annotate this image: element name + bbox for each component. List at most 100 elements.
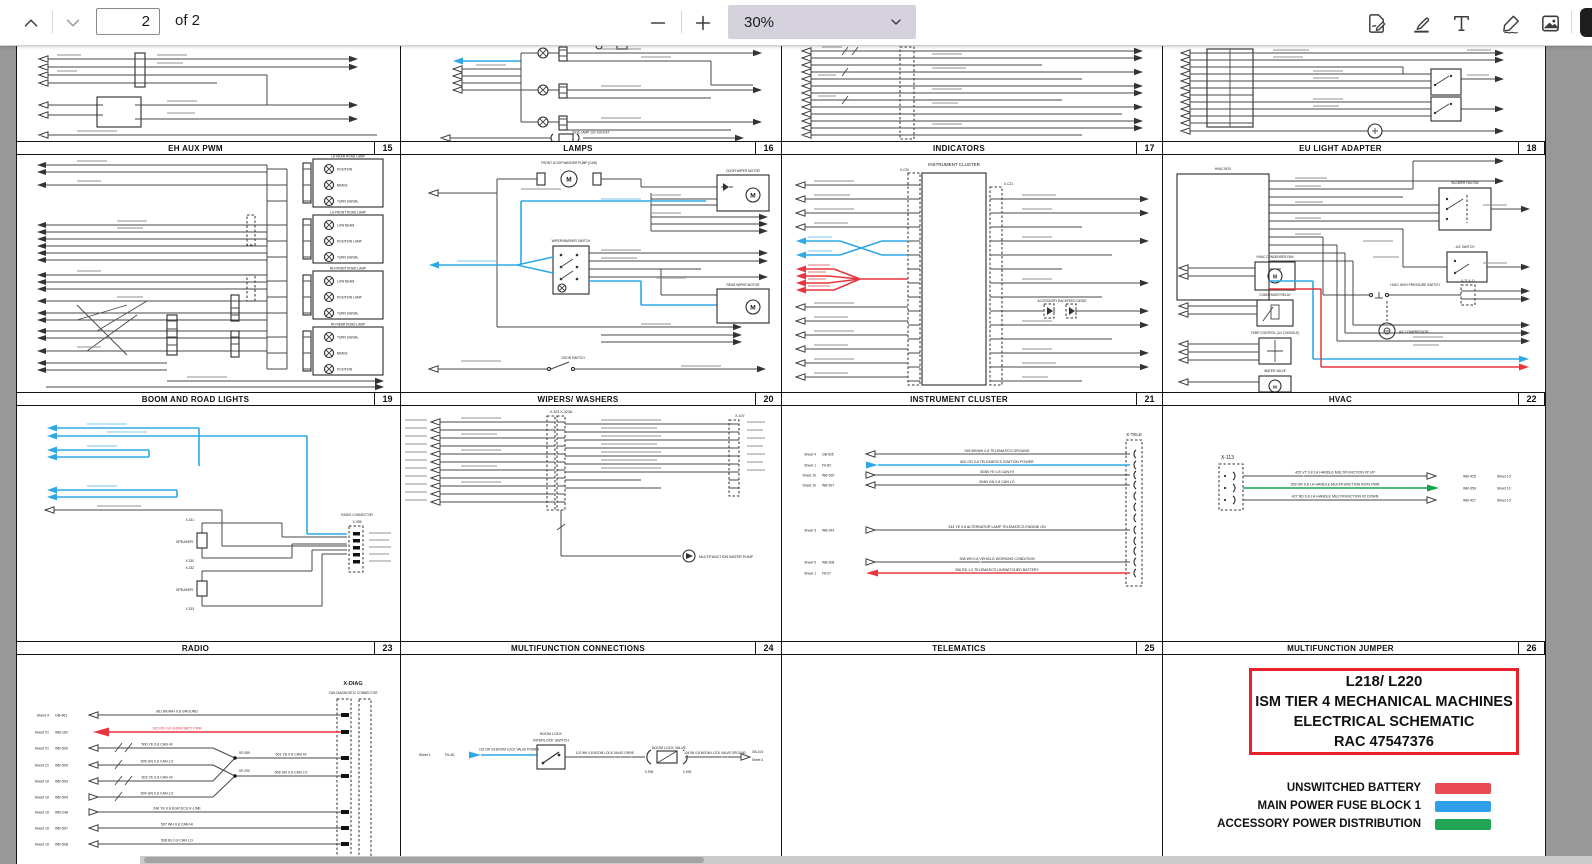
- legend-swatch-red: [1435, 783, 1491, 794]
- svg-text:504B GN 0.8 CAN LO: 504B GN 0.8 CAN LO: [979, 480, 1014, 484]
- svg-text:BRAKE: BRAKE: [337, 352, 348, 356]
- indicators-schematic: [782, 45, 1163, 141]
- svg-text:POSITION LAMP: POSITION LAMP: [337, 296, 362, 300]
- panel-title-lamps: LAMPS16: [401, 141, 782, 155]
- svg-text:GB-925: GB-925: [822, 453, 834, 457]
- lamp-assembly-lh-rear: LH REAR ROAD LAMP POSITION BRAKE TURN SI…: [303, 155, 383, 207]
- zoom-level-dropdown[interactable]: 30%: [728, 5, 916, 39]
- toolbar-divider: [1571, 11, 1572, 33]
- svg-text:248 YE 0.8 EGR ECU K-LINE: 248 YE 0.8 EGR ECU K-LINE: [153, 807, 201, 811]
- svg-text:506 GN 0.8 CAN LO: 506 GN 0.8 CAN LO: [275, 771, 308, 775]
- svg-text:WB-527: WB-527: [822, 484, 834, 488]
- chevron-up-icon: [20, 12, 42, 34]
- next-page-button[interactable]: [60, 10, 86, 36]
- add-text-button[interactable]: [1448, 10, 1474, 36]
- previous-page-button[interactable]: [18, 10, 44, 36]
- annotate-page-button[interactable]: [1363, 10, 1389, 36]
- can-diagnostic-schematic: X-DIAG CAN DIAGNOSTIC CONNECTOR Sheet 4G…: [17, 655, 401, 864]
- panel-instrument-cluster: INSTRUMENT CLUSTER X-C20 X-C21 ACCESSORY…: [782, 155, 1163, 392]
- legend-row-accessory-power: ACCESSORY POWER DISTRIBUTION: [1163, 817, 1491, 831]
- zoom-level-value: 30%: [744, 14, 888, 31]
- door-switch-label: DOOR SWITCH: [561, 356, 585, 360]
- panel-boom-lock: Sheet 1 F6-4D 102 OR 0.8 BOOM LOCK VALVE…: [401, 655, 782, 864]
- highlight-button[interactable]: [1408, 10, 1434, 36]
- page-count-label: of 2: [175, 12, 200, 29]
- zoom-out-button[interactable]: [645, 10, 671, 36]
- legend-swatch-blue: [1435, 801, 1491, 812]
- panel-radio: X-331 SPEAKER X-330 X-332 SPEAKER X-333 …: [17, 406, 401, 641]
- radio-schematic: X-331 SPEAKER X-330 X-332 SPEAKER X-333 …: [17, 406, 401, 641]
- title-block-doc-type: ELECTRICAL SCHEMATIC: [1294, 712, 1475, 732]
- svg-text:LOW BEAM: LOW BEAM: [337, 280, 355, 284]
- svg-text:LH REAR ROAD LAMP: LH REAR ROAD LAMP: [331, 155, 364, 159]
- schematic-page: SIDE LAMP 12V SOCKET: [16, 45, 1546, 864]
- speaker-conn-c: X-332: [185, 566, 194, 570]
- svg-text:F6-8C: F6-8C: [822, 464, 832, 468]
- horizontal-scrollbar[interactable]: [140, 856, 1592, 864]
- svg-text:TURN SIGNAL: TURN SIGNAL: [337, 336, 359, 340]
- svg-text:500 YE 0.8 CAN HI: 500 YE 0.8 CAN HI: [142, 743, 173, 747]
- backfeed-diode-label: ACCESSORY BACKFEED DIODE: [1038, 299, 1087, 303]
- boom-lock-switch-line2: INTERLOCK SWITCH: [533, 739, 569, 743]
- svg-text:WB-162: WB-162: [55, 731, 68, 735]
- svg-text:M: M: [750, 305, 755, 312]
- panel-title-hvac: HVAC22: [1163, 392, 1545, 406]
- panel-title-instrument-cluster: INSTRUMENT CLUSTER21: [782, 392, 1163, 406]
- svg-text:504 GN 0.8 CAN LO: 504 GN 0.8 CAN LO: [141, 792, 174, 796]
- xdiag-title: X-DIAG: [343, 681, 362, 687]
- multifunction-connections-schematic: X-323 X-323A X-107 MULTIFUNCTION WATER P…: [401, 406, 782, 641]
- draw-button[interactable]: [1498, 10, 1524, 36]
- toolbar-divider: [681, 11, 682, 33]
- svg-text:Sheet 9: Sheet 9: [804, 561, 816, 565]
- svg-text:Sheet 10: Sheet 10: [1497, 487, 1511, 491]
- svg-text:WB-308: WB-308: [822, 561, 834, 565]
- speaker-conn-b: X-330: [185, 559, 194, 563]
- panel-title-indicators: INDICATORS17: [782, 141, 1163, 155]
- svg-text:Sheet 10: Sheet 10: [35, 796, 49, 800]
- rear-wiper-label: REAR WIPER MOTOR: [727, 283, 761, 287]
- page-number-input[interactable]: [96, 8, 160, 35]
- speaker-conn-d: X-333: [185, 607, 194, 611]
- side-lamp-socket-label: SIDE LAMP 12V SOCKET: [572, 131, 610, 135]
- image-icon: [1539, 12, 1562, 35]
- panel-title-block: L218/ L220 ISM TIER 4 MECHANICAL MACHINE…: [1163, 655, 1545, 864]
- toolbar-divider: [52, 11, 53, 33]
- boom-lock-ground-label: 104 BK 0.8 BOOM LOCK VALVE GROUND: [684, 751, 746, 755]
- svg-text:WB-508: WB-508: [55, 843, 68, 847]
- svg-text:507 WH 0.8 CAN HI: 507 WH 0.8 CAN HI: [161, 823, 193, 827]
- svg-text:F8-27: F8-27: [822, 572, 831, 576]
- add-image-button[interactable]: [1537, 10, 1563, 36]
- svg-text:508 BL 0.8 CAN LO: 508 BL 0.8 CAN LO: [161, 839, 193, 843]
- condenser-relay-label: CONDENSER RELAY: [1259, 293, 1291, 297]
- svg-text:Sheet 10: Sheet 10: [802, 474, 816, 478]
- svg-text:162 RD 0.8 UNSW BATT PWR: 162 RD 0.8 UNSW BATT PWR: [152, 727, 202, 731]
- svg-text:Sheet 10: Sheet 10: [35, 843, 49, 847]
- svg-text:Sheet 1: Sheet 1: [804, 464, 816, 468]
- panel-title-boom-road-lights: BOOM AND ROAD LIGHTS19: [17, 392, 401, 406]
- panel-title-multifunction-jumper: MULTIFUNCTION JUMPER26: [1163, 641, 1545, 655]
- svg-text:WB-359: WB-359: [1463, 487, 1476, 491]
- svg-text:425 VT 0.8 LH HANDLE MULTIFUNC: 425 VT 0.8 LH HANDLE MULTIFUNCTION #2 UP: [1295, 471, 1375, 475]
- svg-text:Sheet 21: Sheet 21: [35, 731, 49, 735]
- svg-text:M: M: [1273, 275, 1277, 281]
- mfc-connector-label: X-323 X-323A: [550, 410, 573, 414]
- svg-text:Sheet 10: Sheet 10: [1497, 475, 1511, 479]
- xdiag-subtitle: CAN DIAGNOSTIC CONNECTOR: [329, 691, 379, 695]
- svg-text:WB-520: WB-520: [822, 474, 834, 478]
- legend-row-unswitched-battery: UNSWITCHED BATTERY: [1163, 781, 1491, 795]
- zoom-in-button[interactable]: [690, 10, 716, 36]
- svg-text:LH FRONT ROAD LAMP: LH FRONT ROAD LAMP: [330, 211, 366, 215]
- svg-text:503B YE 0.8 CAN HI: 503B YE 0.8 CAN HI: [980, 470, 1013, 474]
- legend-row-main-power-fuse: MAIN POWER FUSE BLOCK 1: [1163, 799, 1491, 813]
- svg-text:RH REAR ROAD LAMP: RH REAR ROAD LAMP: [331, 323, 365, 327]
- svg-text:Sheet 10: Sheet 10: [802, 484, 816, 488]
- scrollbar-thumb[interactable]: [144, 857, 704, 863]
- cut-off-toolbar-button[interactable]: [1580, 8, 1592, 37]
- condenser-fan-label: HVAC CONDENSER FAN: [1257, 255, 1295, 259]
- speaker-label-2: SPEAKER: [176, 588, 193, 592]
- svg-text:POSITION: POSITION: [337, 168, 353, 172]
- svg-text:501 YE 0.8 CAN HI: 501 YE 0.8 CAN HI: [276, 753, 307, 757]
- svg-text:427 RD 0.8 LH HANDLE MULTIFUNC: 427 RD 0.8 LH HANDLE MULTIFUNCTION #2 DO…: [1292, 495, 1379, 499]
- svg-text:TURN SIGNAL: TURN SIGNAL: [337, 200, 359, 204]
- boom-lock-ref-left: F6-4D: [445, 753, 455, 757]
